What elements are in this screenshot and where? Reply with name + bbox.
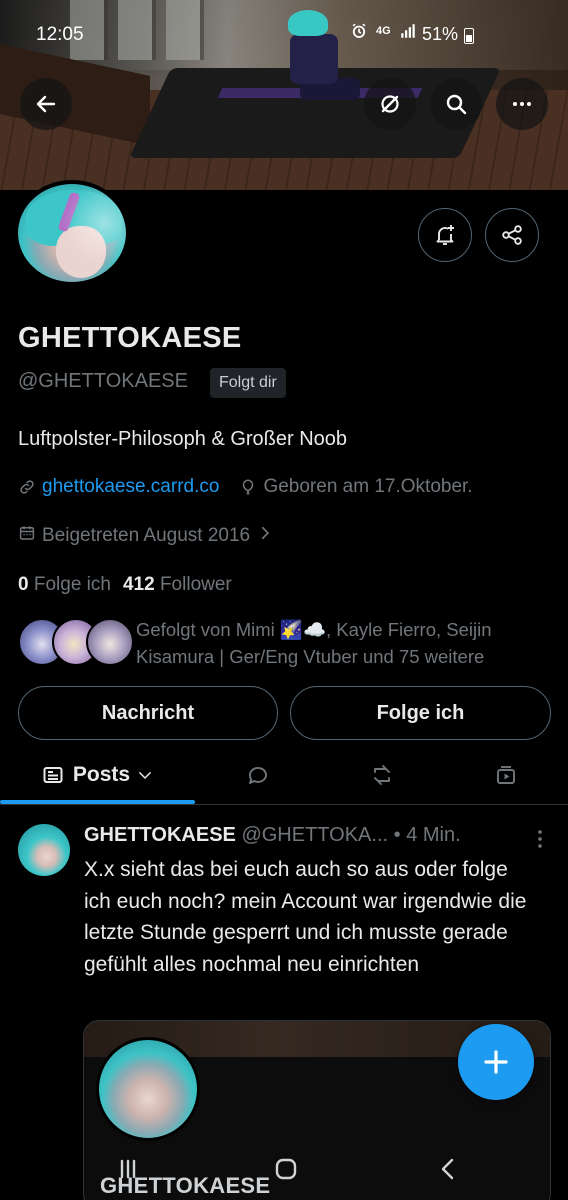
status-time: 12:05 [36, 24, 84, 45]
media-play-icon [497, 766, 515, 784]
notify-button[interactable] [418, 208, 472, 262]
arrow-left-icon [36, 95, 56, 113]
card-avatar [96, 1037, 200, 1141]
home-icon [275, 1158, 297, 1180]
search-button[interactable] [430, 78, 482, 130]
grok-button[interactable] [364, 78, 416, 130]
status-bar: 12:05 4G 51% [0, 0, 568, 60]
recents-button[interactable] [108, 1152, 148, 1186]
profile-handle: @GHETTOKAESE [18, 370, 188, 392]
profile-bio: Luftpolster-Philosoph & Großer Noob [18, 428, 348, 450]
slash-circle-icon [381, 95, 399, 113]
follow-counts: 0 Folge ich 412 Follower [18, 574, 232, 596]
profile-birthday: Geboren am 17.Oktober. [263, 476, 473, 497]
followers-count-link[interactable]: 412 Follower [123, 574, 232, 596]
tab-posts[interactable]: Posts [0, 746, 195, 804]
tab-replies[interactable] [228, 746, 288, 804]
post-author-avatar[interactable] [18, 824, 70, 876]
tab-posts-label: Posts [72, 763, 131, 786]
more-horizontal-icon [513, 102, 531, 106]
link-icon [18, 478, 36, 496]
post-separator: • [393, 824, 401, 846]
profile-joined-row[interactable]: Beigetreten August 2016 [18, 524, 274, 548]
avatar-highlight [18, 184, 126, 282]
post-time: 4 Min. [406, 824, 461, 846]
back-button[interactable] [20, 78, 72, 130]
home-button[interactable] [266, 1152, 306, 1186]
chevron-down-icon [139, 772, 152, 780]
more-button[interactable] [496, 78, 548, 130]
follow-button[interactable]: Folge ich [290, 686, 551, 740]
recents-icon [120, 1159, 136, 1179]
battery-percent: 51% [422, 24, 459, 44]
post-item[interactable]: GHETTOKAESE @GHETTOKA... • 4 Min. X.x si… [0, 806, 568, 1200]
chevron-right-icon [256, 524, 274, 548]
system-back-button[interactable] [428, 1152, 468, 1186]
post-author-handle: @GHETTOKA... [241, 824, 389, 846]
post-header: GHETTOKAESE @GHETTOKA... • 4 Min. [84, 824, 461, 847]
reply-bubble-icon [249, 767, 267, 784]
followed-by-row[interactable]: Gefolgt von Mimi 🌠☁️, Kayle Fierro, Seij… [18, 616, 558, 672]
followers-label: Follower [159, 574, 232, 595]
calendar-icon [18, 524, 36, 548]
balloon-icon [239, 478, 257, 496]
network-type: 4G [376, 25, 391, 37]
followers-count: 412 [122, 574, 155, 595]
follows-you-badge: Folgt dir [210, 368, 286, 398]
back-chevron-icon [441, 1158, 454, 1180]
profile-joined: Beigetreten August 2016 [42, 525, 251, 546]
search-icon [446, 94, 467, 115]
system-navigation-bar [0, 1142, 568, 1200]
status-icons: 4G [350, 22, 417, 40]
following-count-link[interactable]: 0 Folge ich [18, 574, 111, 596]
profile-website-link[interactable]: ghettokaese.carrd.co [42, 476, 219, 498]
post-author-name: GHETTOKAESE [84, 824, 236, 846]
following-label: Folge ich [33, 574, 111, 595]
profile-screen: 12:05 4G 51% GHETTOKAESE @GHETTOKAESE Fo… [0, 0, 568, 1200]
share-button[interactable] [485, 208, 539, 262]
signal-icon [400, 24, 415, 38]
following-count: 0 [18, 574, 29, 595]
profile-meta-row: ghettokaese.carrd.co Geboren am 17.Oktob… [18, 476, 473, 498]
tab-reposts[interactable] [352, 746, 412, 804]
compose-button[interactable] [458, 1024, 534, 1100]
message-button[interactable]: Nachricht [18, 686, 278, 740]
post-more-icon[interactable] [530, 828, 550, 850]
share-icon [502, 225, 522, 245]
repost-icon [374, 765, 390, 785]
tab-media[interactable] [476, 746, 536, 804]
profile-tabs: Posts [0, 746, 568, 804]
tabs-divider [0, 804, 568, 805]
post-text: X.x sieht das bei euch auch so aus oder … [84, 858, 527, 976]
profile-avatar[interactable] [14, 180, 130, 286]
followed-by-text: Gefolgt von Mimi 🌠☁️, Kayle Fierro, Seij… [136, 619, 492, 667]
plus-icon [484, 1050, 508, 1074]
posts-icon [43, 767, 63, 783]
bell-plus-icon [436, 225, 454, 245]
display-name: GHETTOKAESE [18, 322, 242, 354]
avatar [86, 618, 134, 666]
battery-icon [464, 28, 474, 44]
alarm-icon [352, 23, 366, 38]
